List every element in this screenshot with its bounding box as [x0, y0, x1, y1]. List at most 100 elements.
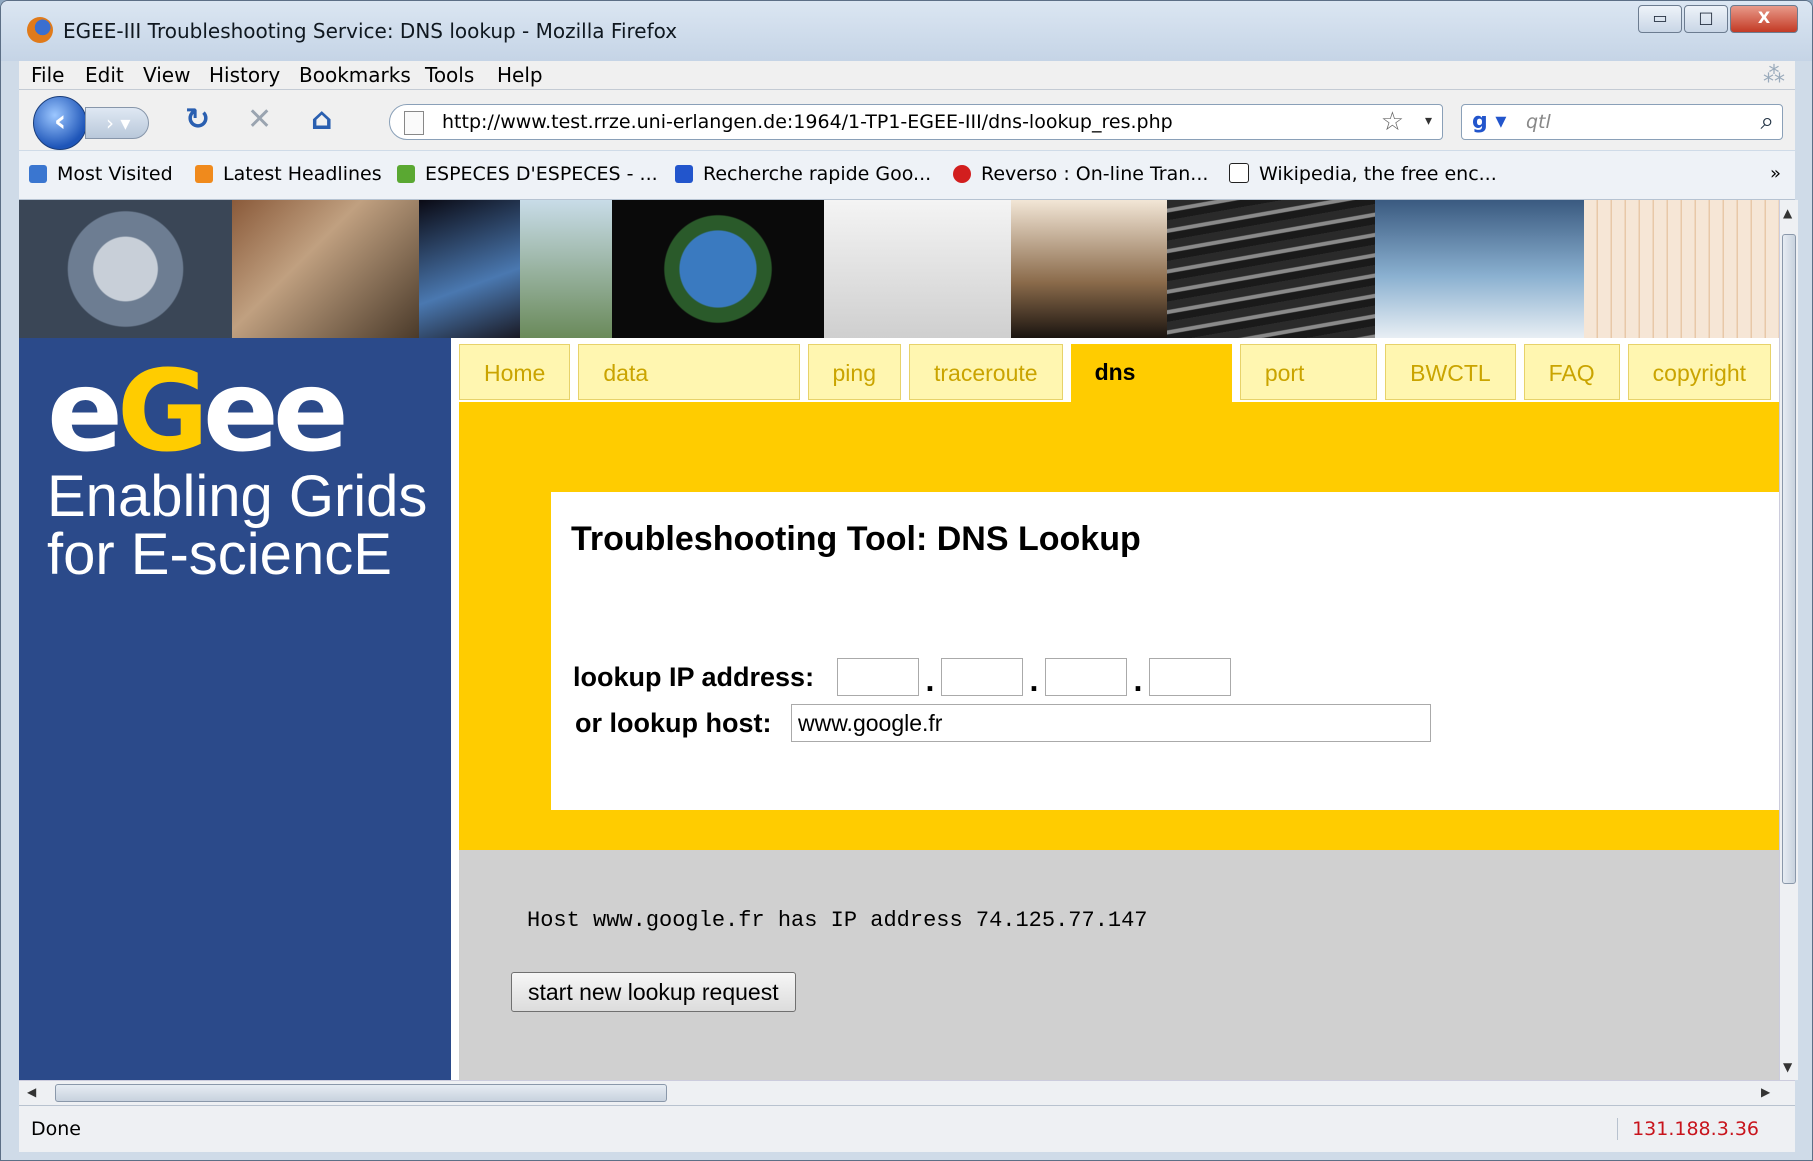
tab-traceroute[interactable]: traceroute: [909, 344, 1063, 400]
horizontal-scroll-thumb[interactable]: [55, 1084, 667, 1102]
menu-bar: File Edit View History Bookmarks Tools H…: [19, 61, 1795, 90]
minimize-button[interactable]: ▭: [1638, 5, 1682, 33]
address-bar[interactable]: http://www.test.rrze.uni-erlangen.de:196…: [389, 104, 1443, 140]
search-input[interactable]: qtl: [1526, 111, 1551, 133]
menu-file[interactable]: File: [31, 63, 64, 87]
tab-data-management[interactable]: data management: [578, 344, 800, 442]
menu-history[interactable]: History: [209, 63, 280, 87]
scroll-up-icon[interactable]: ▲: [1783, 206, 1792, 220]
tab-ping[interactable]: ping: [807, 344, 901, 400]
ip-separator: .: [925, 668, 935, 698]
back-button[interactable]: ‹: [33, 96, 87, 150]
tagline-line1: Enabling Grids: [47, 464, 428, 529]
especes-icon: [397, 165, 415, 183]
scroll-left-icon[interactable]: ◀: [27, 1085, 36, 1099]
tagline-line2: for E-sciencE: [47, 522, 392, 587]
bookmark-wikipedia[interactable]: Wikipedia, the free enc...: [1229, 163, 1497, 185]
banner-image: [19, 200, 232, 338]
tool-area: Troubleshooting Tool: DNS Lookup lookup …: [459, 402, 1779, 850]
banner-image: [1166, 200, 1376, 338]
ip-octet-1-input[interactable]: [837, 658, 919, 696]
banner-image: [418, 200, 521, 338]
url-dropdown-icon[interactable]: ▾: [1425, 113, 1432, 129]
bookmarks-toolbar: Most Visited Latest Headlines ESPECES D'…: [19, 151, 1795, 200]
menu-tools[interactable]: Tools: [425, 63, 474, 87]
browser-window: EGEE-III Troubleshooting Service: DNS lo…: [0, 0, 1813, 1161]
bookmark-especes[interactable]: ESPECES D'ESPECES - ...: [397, 163, 658, 185]
window-controls: ▭ □ X: [1636, 5, 1798, 33]
host-label: or lookup host:: [575, 708, 772, 738]
tab-home[interactable]: Home: [459, 344, 571, 400]
menu-bookmarks[interactable]: Bookmarks: [299, 63, 411, 87]
reload-icon[interactable]: ↻: [185, 102, 210, 137]
banner-image: [824, 200, 1012, 338]
window-title: EGEE-III Troubleshooting Service: DNS lo…: [63, 19, 678, 43]
tab-dns-lookup[interactable]: dns lookup: [1070, 344, 1232, 441]
google-search-engine-icon[interactable]: g ▾: [1472, 109, 1506, 134]
lookup-result: Host www.google.fr has IP address 74.125…: [527, 908, 1148, 933]
ip-separator: .: [1133, 668, 1143, 698]
banner-image: [1375, 200, 1585, 338]
vertical-scroll-thumb[interactable]: [1782, 234, 1796, 884]
host-input[interactable]: www.google.fr: [791, 704, 1431, 742]
rss-icon: [195, 165, 213, 183]
ip-separator: .: [1029, 668, 1039, 698]
banner-image: [1011, 200, 1167, 338]
lookup-form: Troubleshooting Tool: DNS Lookup lookup …: [551, 492, 1779, 810]
tab-faq[interactable]: FAQ: [1523, 344, 1620, 400]
ip-address-label: lookup IP address:: [573, 662, 815, 692]
banner-image: [520, 200, 612, 338]
bookmark-most-visited[interactable]: Most Visited: [29, 163, 173, 185]
home-icon[interactable]: ⌂: [311, 102, 332, 137]
page-icon: [404, 111, 424, 135]
ip-octet-2-input[interactable]: [941, 658, 1023, 696]
banner-image: [231, 200, 419, 338]
firefox-icon: [27, 17, 53, 43]
wikipedia-icon: [1229, 163, 1249, 183]
navigation-bar: ‹ › ▾ ↻ ✕ ⌂ http://www.test.rrze.uni-erl…: [19, 90, 1795, 150]
banner-image: [1584, 200, 1779, 338]
bookmark-reverso[interactable]: Reverso : On-line Tran...: [953, 163, 1208, 185]
new-lookup-button[interactable]: start new lookup request: [511, 972, 796, 1012]
tab-copyright[interactable]: copyright: [1627, 344, 1771, 400]
banner-image: [611, 200, 825, 338]
close-button[interactable]: X: [1730, 5, 1798, 33]
menu-help[interactable]: Help: [497, 63, 543, 87]
horizontal-scrollbar[interactable]: ◀ ▶: [19, 1080, 1795, 1105]
title-bar: EGEE-III Troubleshooting Service: DNS lo…: [1, 1, 1812, 61]
status-bar: Done 131.188.3.36: [19, 1105, 1795, 1152]
search-box[interactable]: g ▾ qtl ⌕: [1461, 104, 1783, 140]
throbber-icon: ⁂: [1763, 63, 1785, 88]
status-text: Done: [31, 1118, 81, 1140]
scroll-down-icon[interactable]: ▼: [1783, 1060, 1792, 1074]
menu-view[interactable]: View: [143, 63, 190, 87]
site-tabs: Home data management ping traceroute dns…: [459, 344, 1779, 442]
sidebar: eGee Enabling Grids for E-sciencE: [19, 338, 451, 1080]
url-text[interactable]: http://www.test.rrze.uni-erlangen.de:196…: [442, 111, 1173, 133]
stop-icon[interactable]: ✕: [247, 102, 272, 137]
ip-octet-4-input[interactable]: [1149, 658, 1231, 696]
egee-logo[interactable]: eGee: [47, 356, 349, 468]
vertical-scrollbar[interactable]: ▲ ▼: [1779, 200, 1798, 1080]
most-visited-icon: [29, 165, 47, 183]
status-ip-address: 131.188.3.36: [1617, 1118, 1759, 1140]
forward-button[interactable]: › ▾: [85, 107, 149, 139]
logo-tagline: Enabling Grids for E-sciencE: [47, 468, 427, 584]
google-icon: [675, 165, 693, 183]
bookmark-latest-headlines[interactable]: Latest Headlines: [195, 163, 382, 185]
scroll-right-icon[interactable]: ▶: [1761, 1085, 1770, 1099]
ip-octet-3-input[interactable]: [1045, 658, 1127, 696]
bookmark-recherche-rapide[interactable]: Recherche rapide Goo...: [675, 163, 931, 185]
maximize-button[interactable]: □: [1684, 5, 1728, 33]
tab-bwctl[interactable]: BWCTL: [1385, 344, 1516, 400]
page-title: Troubleshooting Tool: DNS Lookup: [571, 520, 1141, 558]
more-bookmarks-icon[interactable]: »: [1770, 163, 1781, 184]
page-content: eGee Enabling Grids for E-sciencE Home d…: [19, 200, 1779, 1080]
search-icon[interactable]: ⌕: [1761, 107, 1774, 135]
tab-port-scan[interactable]: port scan: [1239, 344, 1378, 442]
result-area: Host www.google.fr has IP address 74.125…: [459, 850, 1779, 1080]
menu-edit[interactable]: Edit: [85, 63, 124, 87]
reverso-icon: [953, 165, 971, 183]
bookmark-star-icon[interactable]: ☆: [1381, 107, 1404, 137]
header-banner: [19, 200, 1779, 338]
